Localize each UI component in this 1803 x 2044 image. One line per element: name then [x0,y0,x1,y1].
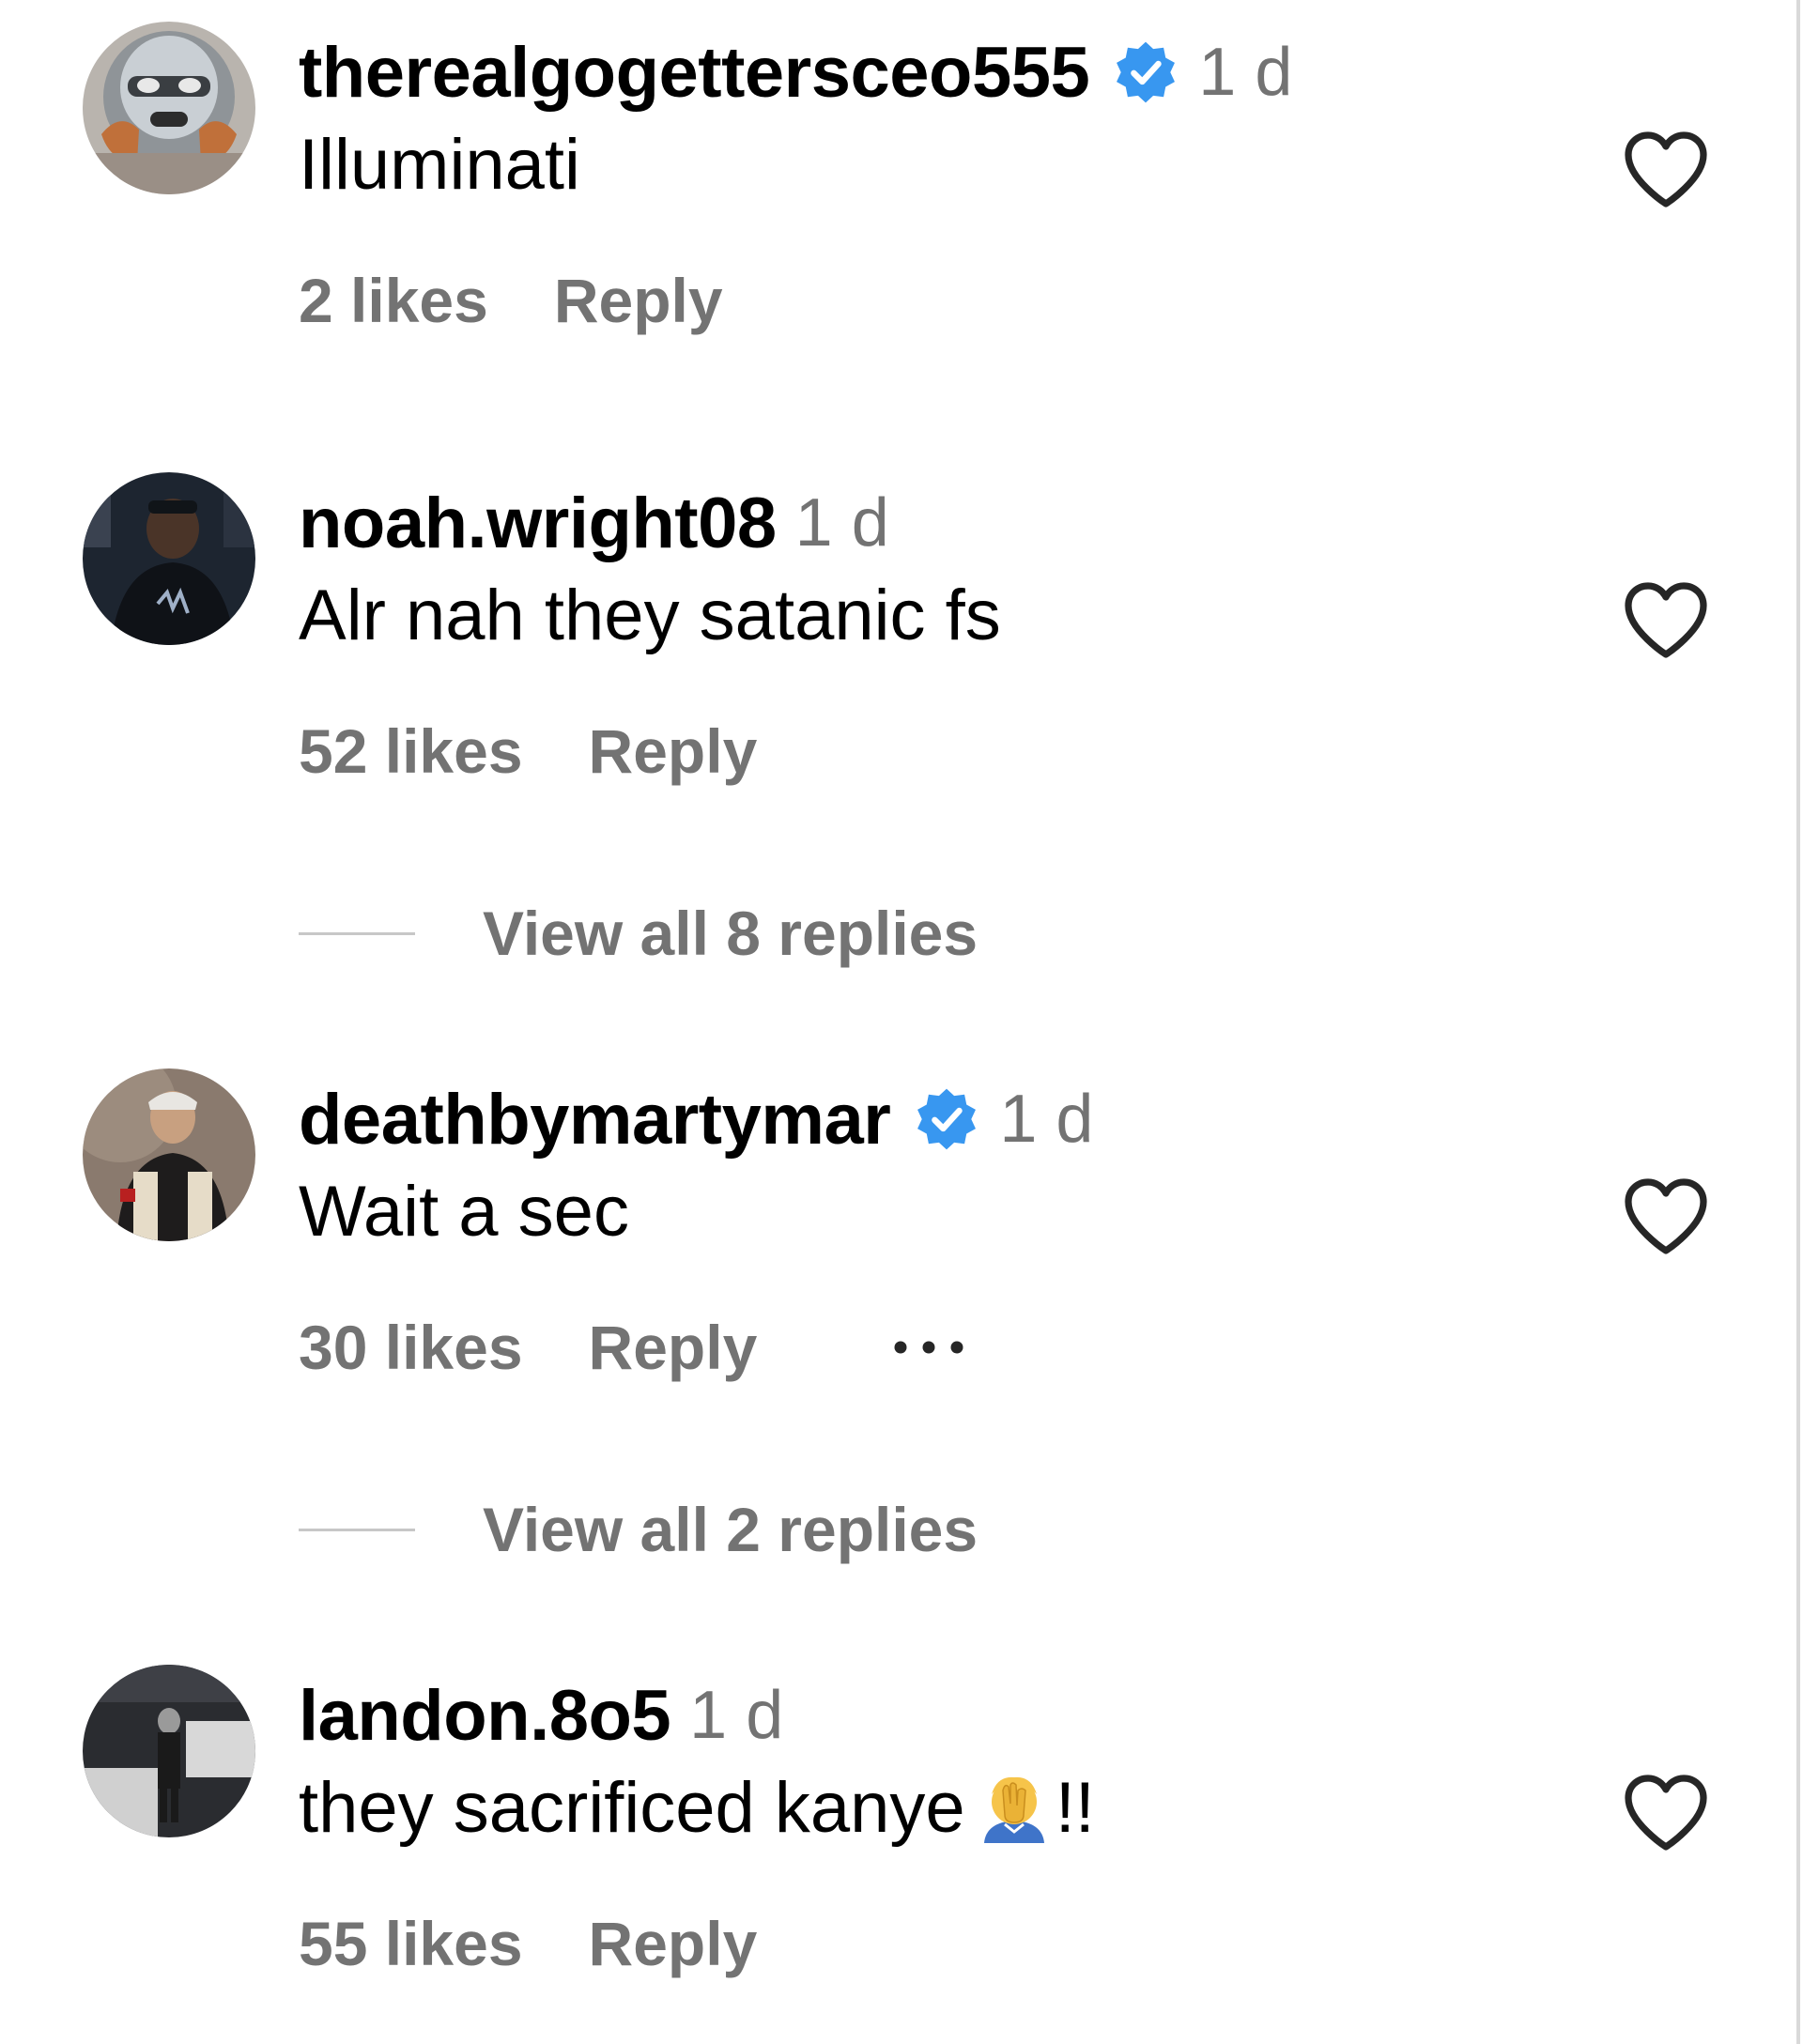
comment-actions: 52 likes Reply [299,715,757,787]
verified-badge-icon [913,1085,980,1153]
avatar[interactable] [83,1068,255,1241]
comment-text: they sacrificed kanye [299,1767,965,1848]
face-palm-emoji-icon [977,1770,1052,1845]
reply-button[interactable]: Reply [589,1908,758,1979]
avatar[interactable] [83,1665,255,1837]
comment-text: Alr nah they satanic fs [299,575,1001,655]
likes-count[interactable]: 30 likes [299,1312,523,1383]
comment-header: noah.wright08 1 d [299,483,889,564]
username-link[interactable]: therealgogettersceo555 [299,32,1090,114]
replies-divider [299,931,415,935]
likes-count[interactable]: 2 likes [299,265,488,336]
comment-header: deathbymartymar 1 d [299,1079,1093,1160]
view-replies-button[interactable]: View all 8 replies [299,896,978,971]
heart-icon[interactable] [1621,1772,1711,1852]
comment-text: Wait a sec [299,1171,629,1252]
timestamp[interactable]: 1 d [1198,34,1292,111]
timestamp[interactable]: 1 d [999,1081,1093,1158]
replies-divider [299,1528,415,1531]
comment-text-suffix: !! [1055,1767,1095,1848]
heart-icon[interactable] [1621,129,1711,209]
likes-count[interactable]: 52 likes [299,715,523,787]
reply-button[interactable]: Reply [589,1312,758,1383]
comment-header: therealgogettersceo555 1 d [299,33,1292,113]
heart-icon[interactable] [1621,579,1711,660]
panel-border [1796,0,1800,2044]
avatar[interactable] [83,472,255,645]
comment-header: landon.8o5 1 d [299,1676,783,1756]
timestamp[interactable]: 1 d [689,1677,783,1754]
comment-text: Illuminati [299,124,580,205]
view-replies-label[interactable]: View all 8 replies [483,898,978,969]
verified-badge-icon [1112,38,1179,106]
timestamp[interactable]: 1 d [795,484,889,561]
comment-text-row: they sacrificed kanye !! [299,1767,1095,1848]
username-link[interactable]: noah.wright08 [299,483,777,564]
username-link[interactable]: landon.8o5 [299,1675,671,1757]
heart-icon[interactable] [1621,1176,1711,1256]
view-replies-label[interactable]: View all 2 replies [483,1494,978,1565]
reply-button[interactable]: Reply [589,715,758,787]
comment-actions: 30 likes Reply [299,1312,971,1383]
reply-button[interactable]: Reply [554,265,723,336]
comment-actions: 2 likes Reply [299,265,723,336]
view-replies-button[interactable]: View all 2 replies [299,1492,978,1567]
comment-actions: 55 likes Reply [299,1908,757,1979]
avatar[interactable] [83,22,255,194]
username-link[interactable]: deathbymartymar [299,1079,891,1160]
likes-count[interactable]: 55 likes [299,1908,523,1979]
more-options-icon[interactable] [886,1333,971,1361]
